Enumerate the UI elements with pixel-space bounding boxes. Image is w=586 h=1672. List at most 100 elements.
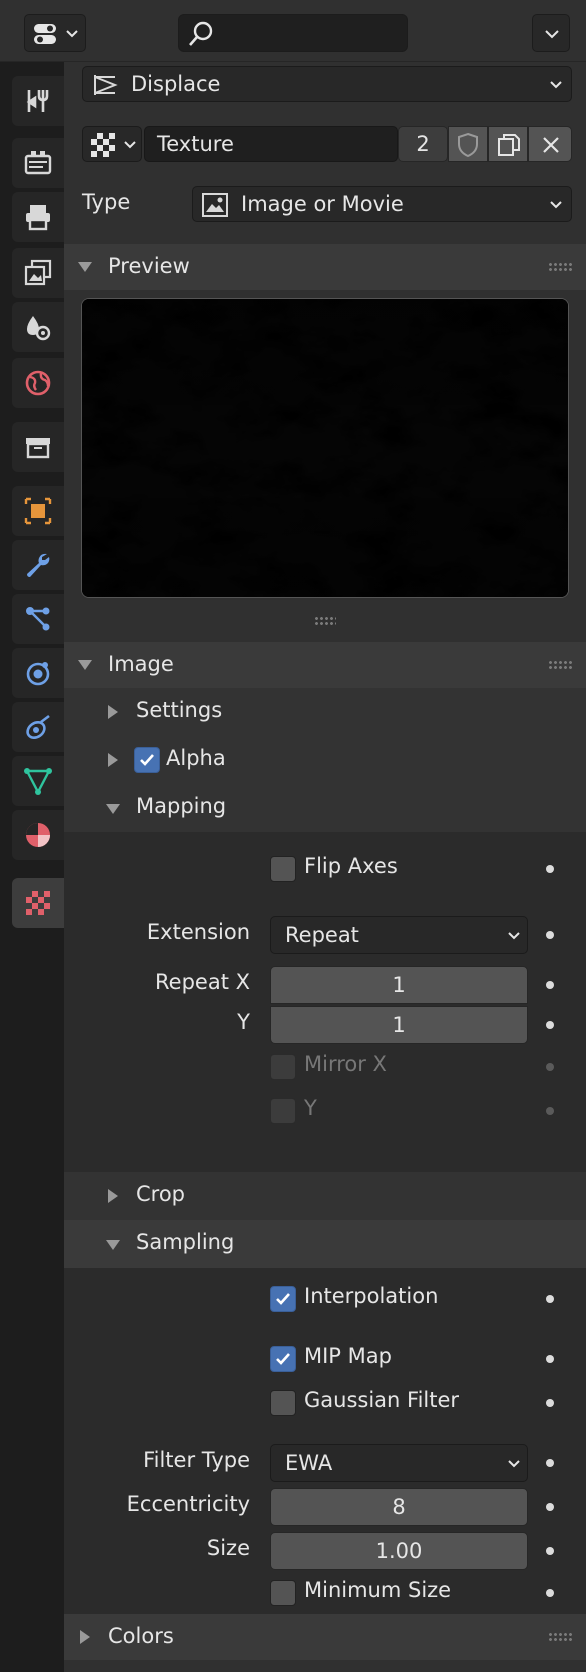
constraints-icon xyxy=(26,714,50,740)
repeat-y-label: Y xyxy=(237,1010,250,1034)
mapping-subpanel-header[interactable]: Mapping xyxy=(64,784,586,832)
sampling-subpanel-header[interactable]: Sampling xyxy=(64,1220,586,1268)
keyframe-dot[interactable] xyxy=(546,1399,554,1407)
crop-subpanel-title: Crop xyxy=(136,1182,186,1206)
editor-type-button[interactable] xyxy=(24,14,86,52)
header-menu-button[interactable] xyxy=(532,14,570,52)
gaussian-filter-checkbox[interactable] xyxy=(270,1390,296,1416)
type-value: Image or Movie xyxy=(241,192,404,216)
keyframe-dot[interactable] xyxy=(546,981,554,989)
mirror-y-checkbox[interactable] xyxy=(270,1098,296,1124)
displace-modifier-icon xyxy=(94,75,118,95)
sampling-subpanel-body: Interpolation MIP Map Gaussian Filter Fi… xyxy=(64,1268,586,1622)
preview-panel-body xyxy=(64,290,586,702)
tab-constraints[interactable] xyxy=(12,702,64,752)
eccentricity-label: Eccentricity xyxy=(126,1492,250,1516)
size-field[interactable]: 1.00 xyxy=(270,1532,528,1570)
type-label: Type xyxy=(82,190,131,214)
texture-name-field[interactable]: Texture xyxy=(144,126,398,162)
tab-object[interactable] xyxy=(12,486,64,536)
tab-output[interactable] xyxy=(12,192,64,242)
texture-properties: Displace Texture 2 Type Image or Movie P… xyxy=(64,62,586,1672)
tab-world[interactable] xyxy=(12,358,64,408)
chevron-down-icon xyxy=(550,201,562,209)
tab-tool[interactable] xyxy=(12,76,64,126)
alpha-subpanel-header[interactable]: Alpha xyxy=(64,736,586,784)
tool-icon xyxy=(26,90,49,112)
keyframe-dot[interactable] xyxy=(546,1021,554,1029)
keyframe-dot[interactable] xyxy=(546,1459,554,1467)
keyframe-dot[interactable] xyxy=(546,1503,554,1511)
keyframe-dot[interactable] xyxy=(546,1355,554,1363)
tab-modifiers[interactable] xyxy=(12,540,64,590)
texture-users-count[interactable]: 2 xyxy=(398,126,448,162)
drag-handle-icon[interactable] xyxy=(548,262,572,272)
extension-dropdown[interactable]: Repeat xyxy=(270,916,528,954)
texture-preview-image xyxy=(81,298,569,598)
repeat-x-field[interactable]: 1 xyxy=(270,966,528,1004)
repeat-y-field[interactable]: 1 xyxy=(270,1006,528,1044)
interpolation-checkbox[interactable] xyxy=(270,1286,296,1312)
collection-icon xyxy=(26,438,50,459)
mapping-subpanel-title: Mapping xyxy=(136,794,227,818)
alpha-checkbox[interactable] xyxy=(134,747,160,773)
settings-subpanel-header[interactable]: Settings xyxy=(64,688,586,736)
view-layer-icon xyxy=(24,259,52,286)
keyframe-dot[interactable] xyxy=(546,1107,554,1115)
fake-user-button[interactable] xyxy=(448,126,488,162)
interpolation-label: Interpolation xyxy=(304,1284,439,1308)
properties-header xyxy=(0,0,586,62)
extension-value: Repeat xyxy=(285,923,359,947)
mip-map-checkbox[interactable] xyxy=(270,1346,296,1372)
collapse-arrow-icon xyxy=(78,660,92,670)
tab-particles[interactable] xyxy=(12,594,64,644)
image-panel-header[interactable]: Image xyxy=(64,642,586,688)
tab-physics[interactable] xyxy=(12,648,64,698)
drag-handle-icon[interactable] xyxy=(548,1632,572,1642)
preview-resize-handle[interactable] xyxy=(314,616,336,626)
crop-subpanel-header[interactable]: Crop xyxy=(64,1172,586,1220)
tab-render[interactable] xyxy=(12,138,64,188)
search-input[interactable] xyxy=(178,14,408,52)
keyframe-dot[interactable] xyxy=(546,1295,554,1303)
collapse-arrow-icon xyxy=(106,804,120,814)
eccentricity-field[interactable]: 8 xyxy=(270,1488,528,1526)
keyframe-dot[interactable] xyxy=(546,931,554,939)
tab-data[interactable] xyxy=(12,756,64,806)
tab-material[interactable] xyxy=(12,810,64,860)
context-dropdown[interactable]: Displace xyxy=(82,66,572,102)
texture-icon xyxy=(91,133,115,157)
mapping-subpanel-body: Flip Axes Extension Repeat Repeat X 1 Y … xyxy=(64,832,586,1204)
keyframe-dot[interactable] xyxy=(546,1589,554,1597)
duplicate-texture-button[interactable] xyxy=(488,126,528,162)
properties-editor-icon xyxy=(34,24,56,44)
close-icon xyxy=(543,137,559,153)
scene-icon xyxy=(27,316,51,341)
settings-subpanel-title: Settings xyxy=(136,698,223,722)
chevron-down-icon xyxy=(550,81,562,89)
preview-panel-header[interactable]: Preview xyxy=(64,244,586,290)
tab-collection[interactable] xyxy=(12,422,64,472)
colors-panel-header[interactable]: Colors xyxy=(64,1614,586,1660)
texture-name: Texture xyxy=(157,132,234,156)
texture-browse-button[interactable] xyxy=(82,126,142,162)
drag-handle-icon[interactable] xyxy=(548,660,572,670)
mirror-x-checkbox[interactable] xyxy=(270,1054,296,1080)
filter-type-dropdown[interactable]: EWA xyxy=(270,1444,528,1482)
unlink-texture-button[interactable] xyxy=(528,126,572,162)
tab-texture[interactable] xyxy=(12,878,64,928)
keyframe-dot[interactable] xyxy=(546,1547,554,1555)
keyframe-dot[interactable] xyxy=(546,865,554,873)
tab-scene[interactable] xyxy=(12,302,64,352)
keyframe-dot[interactable] xyxy=(546,1063,554,1071)
world-icon xyxy=(25,370,51,396)
mesh-data-icon xyxy=(24,768,52,795)
type-dropdown[interactable]: Image or Movie xyxy=(192,186,572,222)
particles-icon xyxy=(26,607,50,631)
flip-axes-checkbox[interactable] xyxy=(270,856,296,882)
alpha-subpanel-title: Alpha xyxy=(166,746,226,770)
minimum-size-checkbox[interactable] xyxy=(270,1580,296,1606)
context-modifier-name: Displace xyxy=(131,72,221,96)
tab-view-layer[interactable] xyxy=(12,248,64,298)
colors-panel-title: Colors xyxy=(108,1624,174,1648)
